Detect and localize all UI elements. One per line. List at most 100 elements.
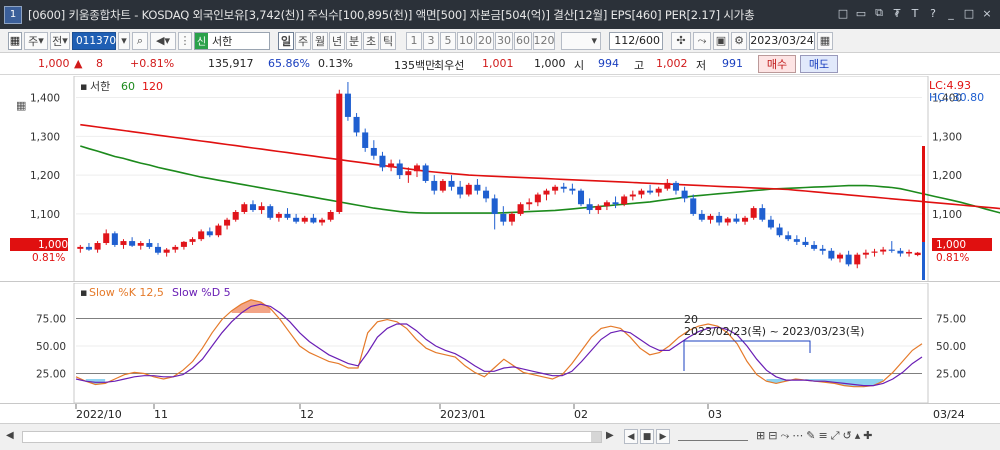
candle-body (180, 241, 187, 247)
period-button-0[interactable]: 일 (278, 31, 294, 50)
measure-tool-icon[interactable]: ⊟ (768, 429, 777, 443)
candle-body (543, 190, 550, 195)
scroll-left-icon[interactable]: ◀ (6, 430, 18, 444)
play-back-icon[interactable]: ◀ (624, 429, 638, 444)
interval-dropdown[interactable]: ▾ (561, 31, 601, 50)
window-number-badge[interactable]: 1 (4, 5, 22, 24)
lock-icon[interactable]: ⋮ (178, 31, 192, 50)
fit-tool-icon[interactable]: ⤢ (831, 429, 840, 443)
stochastic-pane[interactable]: 75.00 75.00 50.00 50.00 25.00 25.00 ▪ Slow %K… (0, 282, 1000, 404)
period-button-4[interactable]: 분 (346, 31, 362, 50)
scroll-right-icon[interactable]: ▶ (606, 430, 618, 444)
minute-button-2[interactable]: 5 (440, 31, 456, 50)
minute-button-0[interactable]: 1 (406, 31, 422, 50)
stock-name-field[interactable]: 신 서한 (194, 31, 270, 50)
price-tag-right-text: 1,000 (936, 239, 966, 251)
candle-body (560, 186, 567, 189)
candle-body (483, 190, 490, 199)
window-button-5[interactable]: ? (926, 5, 940, 21)
stochastic-svg[interactable]: 75.00 75.00 50.00 50.00 25.00 25.00 ▪ Slow %K… (0, 282, 1000, 404)
title-bar: 1 [0600] 키움종합차트 - KOSDAQ 외국인보유[3,742(천)]… (0, 0, 1000, 29)
zoom-in-icon[interactable]: ▴ (855, 429, 861, 443)
turnover: 0.13% (318, 57, 353, 70)
minute-button-4[interactable]: 20 (476, 31, 494, 50)
range-bar-down (922, 242, 925, 280)
chart-type-icon[interactable]: ⤳ (693, 31, 711, 50)
candle-body (344, 93, 351, 117)
window-button-1[interactable]: ▭ (854, 5, 868, 21)
period-button-6[interactable]: 틱 (380, 31, 396, 50)
candle-body (681, 190, 688, 199)
sell-button[interactable]: 매도 (800, 55, 838, 73)
period-button-3[interactable]: 년 (329, 31, 345, 50)
window-button-8[interactable]: × (980, 5, 994, 21)
date-field[interactable]: 2023/03/24 (749, 31, 815, 50)
candle-body (146, 243, 153, 247)
buy-button[interactable]: 매수 (758, 55, 796, 73)
candle-body (439, 180, 446, 191)
minute-button-5[interactable]: 30 (495, 31, 513, 50)
code-dropdown-arrow[interactable]: ▾ (118, 31, 130, 50)
minute-button-3[interactable]: 10 (457, 31, 475, 50)
market-select[interactable]: 주 ▾ (24, 31, 48, 50)
window-button-0[interactable]: □ (836, 5, 850, 21)
window-title: [0600] 키움종합차트 - KOSDAQ 외국인보유[3,742(천)] 주… (28, 7, 755, 22)
settings-icon[interactable]: ▦ (16, 99, 26, 112)
candle-body (362, 132, 369, 148)
scroll-track[interactable] (22, 431, 602, 443)
candle-body (172, 246, 179, 250)
calendar-icon[interactable]: ▦ (817, 31, 833, 50)
minute-button-6[interactable]: 60 (514, 31, 532, 50)
candle-body (724, 218, 731, 223)
candle-body (552, 186, 559, 191)
minute-button-1[interactable]: 3 (423, 31, 439, 50)
speaker-icon[interactable]: ◀▾ (150, 31, 176, 50)
minute-button-7[interactable]: 120 (533, 31, 555, 50)
window-button-6[interactable]: _ (944, 5, 958, 21)
play-forward-icon[interactable]: ▶ (656, 429, 670, 444)
crosshair-icon[interactable]: ✣ (671, 31, 691, 50)
period-button-2[interactable]: 월 (312, 31, 328, 50)
candle-body (293, 217, 300, 222)
candle-body (629, 194, 636, 197)
candle-body (776, 227, 783, 236)
bar-count-field[interactable]: 112/600 (609, 31, 663, 50)
candle-body (914, 252, 921, 256)
price-ytick-right: 1,300 (932, 131, 962, 143)
stop-icon[interactable]: ■ (640, 429, 654, 444)
magnet-tool-icon[interactable]: ⋯ (792, 429, 803, 443)
window-button-2[interactable]: ⧉ (872, 5, 886, 21)
stock-code-input[interactable]: 011370 (72, 31, 116, 50)
save-icon[interactable]: ▣ (713, 31, 729, 50)
window-button-4[interactable]: T (908, 5, 922, 21)
candle-body (396, 163, 403, 176)
trend-tool-icon[interactable]: ⤳ (780, 429, 789, 443)
price-chart-svg[interactable]: 1,400 1,4001,300 1,3001,200 1,2001,100 1,100… (0, 75, 1000, 283)
price-chart-pane[interactable]: 1,400 1,400 1,300 1,300 1,200 1,200 1,100 1,100… (0, 75, 1000, 283)
grid-icon[interactable]: ▦ (8, 31, 22, 50)
gear-icon[interactable]: ⚙ (731, 31, 747, 50)
jeon-select[interactable]: 전 ▾ (50, 31, 70, 50)
candle-body (767, 219, 774, 228)
x-axis-label: 03 (708, 408, 722, 421)
period-button-1[interactable]: 주 (295, 31, 311, 50)
candle-body (206, 231, 213, 236)
zoom-slider[interactable] (678, 433, 748, 441)
period-button-5[interactable]: 초 (363, 31, 379, 50)
window-button-7[interactable]: □ (962, 5, 976, 21)
candle-body (111, 233, 118, 245)
search-icon[interactable]: ⌕ (132, 31, 148, 50)
reset-tool-icon[interactable]: ↺ (843, 429, 852, 443)
zoom-out-icon[interactable]: ✚ (863, 429, 872, 443)
draw-tool-icon[interactable]: ✎ (806, 429, 815, 443)
text-tool-icon[interactable]: ≡ (818, 429, 827, 443)
stoch-ytick-left: 75.00 (36, 314, 66, 326)
crosshair-tool-icon[interactable]: ⊞ (756, 429, 765, 443)
candle-body (319, 219, 326, 223)
candle-body (793, 239, 800, 242)
scroll-thumb[interactable] (591, 432, 601, 442)
candle-body (647, 190, 654, 193)
price-ytick-left: 1,300 (30, 131, 60, 143)
window-button-3[interactable]: ₮ (890, 5, 904, 21)
x-axis-label: 2023/01 (440, 408, 486, 421)
